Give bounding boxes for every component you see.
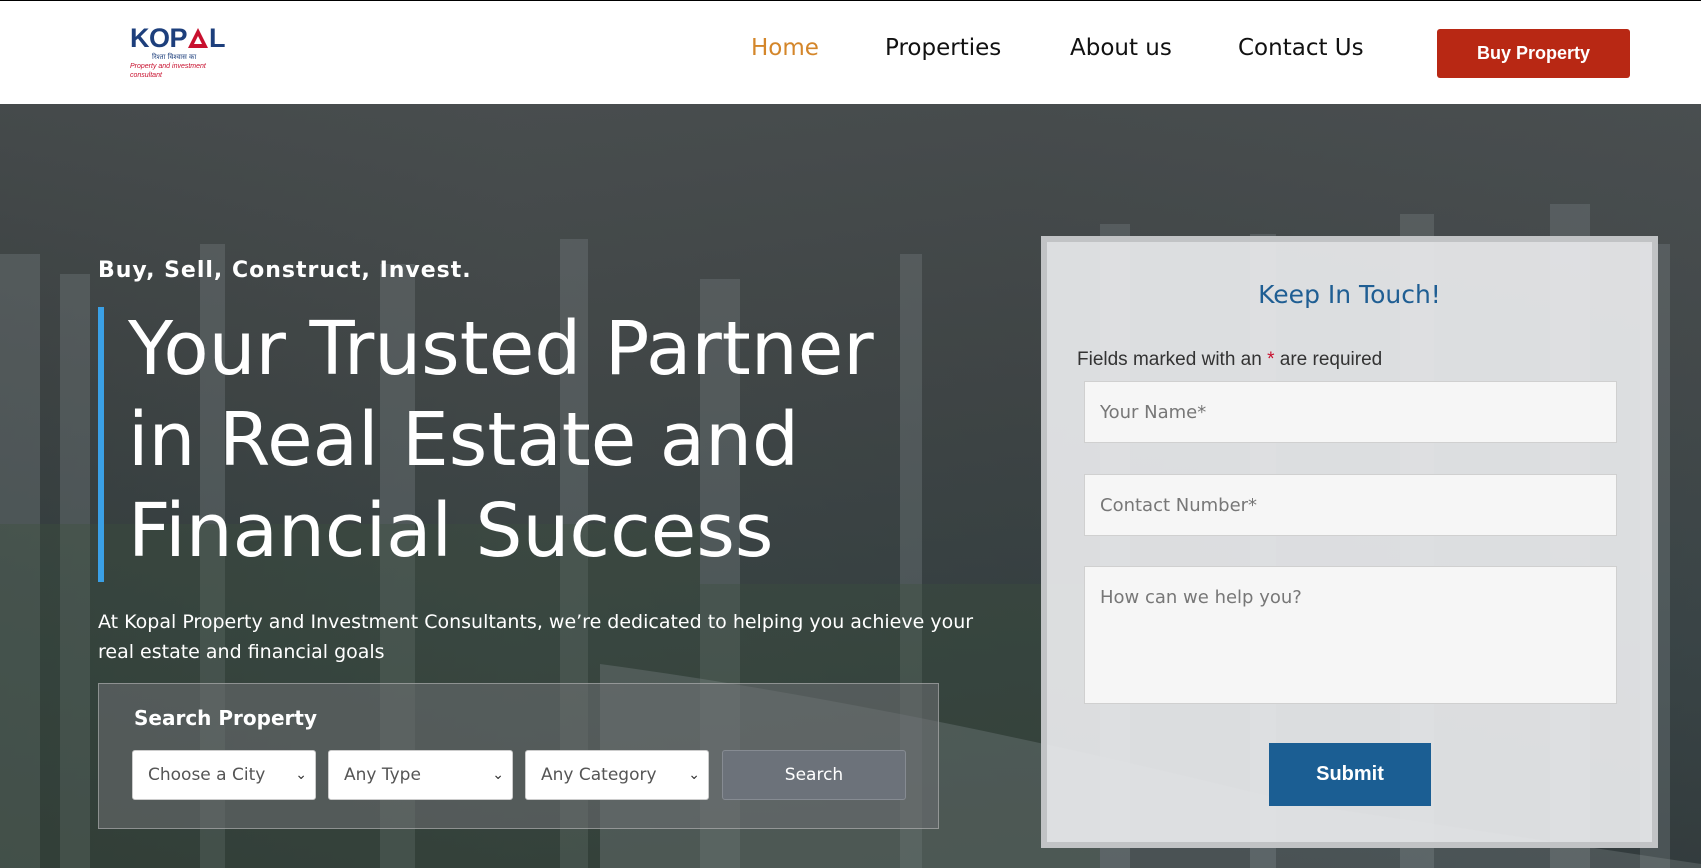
contact-number-input[interactable]: Contact Number* [1084, 474, 1617, 536]
nav-properties[interactable]: Properties [885, 35, 1001, 61]
logo-tagline: Property and investment consultant [130, 63, 206, 79]
hero-tagline: Buy, Sell, Construct, Invest. [98, 258, 472, 283]
hero-headline: Your Trusted Partner in Real Estate and … [128, 304, 948, 577]
logo-hindi-text: रिश्ता विश्वास का [152, 53, 197, 61]
message-textarea[interactable]: How can we help you? [1084, 566, 1617, 704]
submit-button[interactable]: Submit [1269, 743, 1431, 806]
category-select[interactable]: Any Category ⌄ [525, 750, 709, 800]
city-select-value: Choose a City [148, 765, 266, 785]
hero-intro-text: At Kopal Property and Investment Consult… [98, 611, 974, 663]
required-fields-note: Fields marked with an * are required [1077, 349, 1383, 370]
search-property-title: Search Property [134, 706, 317, 730]
site-header: KOP L रिश्ता विश्वास का Property and inve… [0, 0, 1701, 104]
buy-property-button[interactable]: Buy Property [1437, 29, 1630, 78]
search-button[interactable]: Search [722, 750, 906, 800]
nav-home[interactable]: Home [751, 35, 819, 61]
headline-line-2: in Real Estate and [128, 397, 799, 483]
nav-contact-us[interactable]: Contact Us [1238, 35, 1364, 61]
keep-in-touch-form: Keep In Touch! Fields marked with an * a… [1041, 236, 1658, 848]
chevron-down-icon: ⌄ [295, 767, 307, 783]
chevron-down-icon: ⌄ [688, 767, 700, 783]
headline-line-3: Financial Success [128, 488, 774, 574]
name-input[interactable]: Your Name* [1084, 381, 1617, 443]
headline-accent-bar [98, 307, 104, 582]
form-title: Keep In Touch! [1258, 280, 1441, 309]
kopal-logo[interactable]: KOP L रिश्ता विश्वास का Property and inve… [130, 23, 230, 79]
type-select-value: Any Type [344, 765, 421, 785]
logo-wordmark: KOP L [130, 23, 226, 53]
headline-line-1: Your Trusted Partner [128, 306, 874, 392]
city-select[interactable]: Choose a City ⌄ [132, 750, 316, 800]
nav-about-us[interactable]: About us [1070, 35, 1172, 61]
chevron-down-icon: ⌄ [492, 767, 504, 783]
type-select[interactable]: Any Type ⌄ [328, 750, 513, 800]
logo-triangle-icon [188, 28, 209, 48]
category-select-value: Any Category [541, 765, 657, 785]
